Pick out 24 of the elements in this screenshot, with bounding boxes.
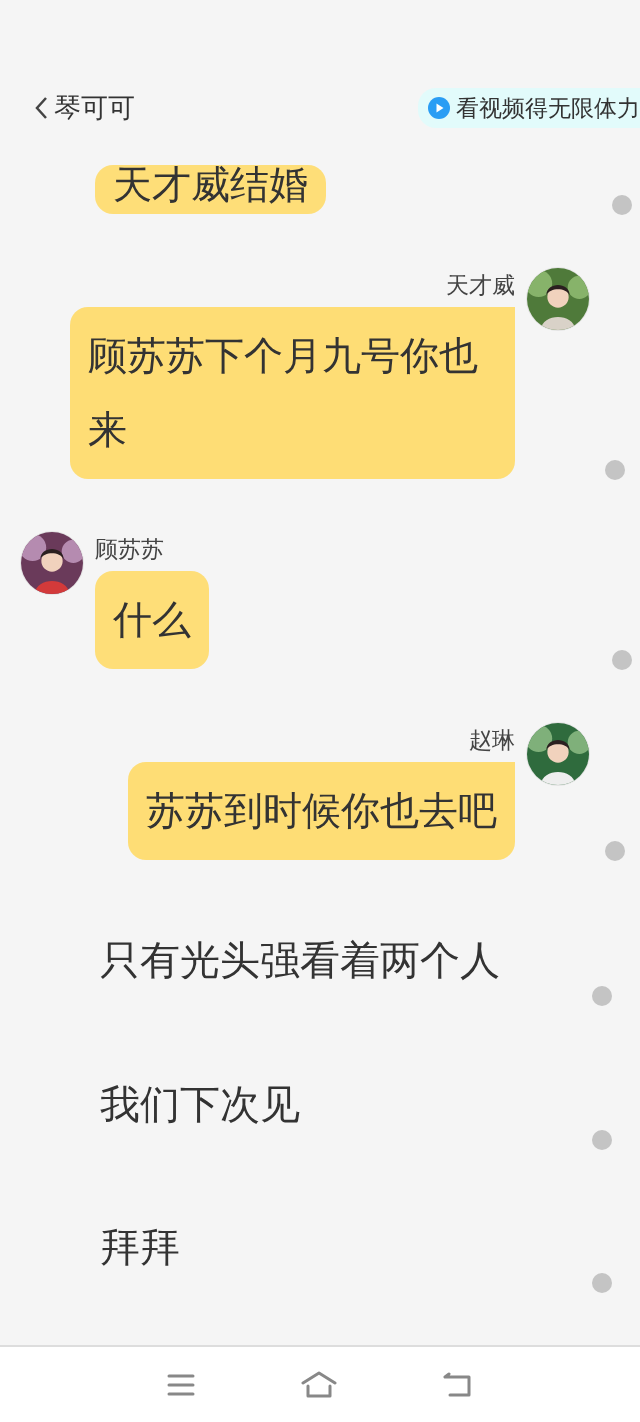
message-bubble: 什么: [95, 571, 209, 669]
narration-text: 我们下次见: [99, 1084, 300, 1129]
home-icon[interactable]: [301, 1370, 337, 1399]
sender-name: 天才威: [446, 271, 515, 300]
status-dot: [592, 1273, 612, 1293]
status-dot: [592, 1130, 612, 1150]
status-dot: [612, 195, 632, 215]
status-dot: [592, 986, 612, 1006]
back-icon[interactable]: [443, 1371, 473, 1398]
message-bubble: 顾苏苏下个月九号你也来: [70, 307, 515, 479]
back-icon: [34, 96, 48, 120]
status-dot: [605, 841, 625, 861]
status-dot: [605, 460, 625, 480]
play-icon: [428, 97, 450, 119]
back-button[interactable]: 琴可可: [34, 88, 135, 128]
message-bubble: 苏苏到时候你也去吧: [128, 762, 515, 860]
narration-text: 只有光头强看着两个人: [99, 940, 500, 985]
sender-name: 顾苏苏: [95, 535, 165, 564]
sender-name: 赵琳: [469, 726, 515, 755]
status-dot: [612, 650, 632, 670]
message-bubble: 天才威结婚: [95, 165, 326, 214]
narration-text: 拜拜: [99, 1227, 180, 1272]
menu-icon[interactable]: [167, 1372, 195, 1397]
video-reward-button[interactable]: 看视频得无限体力: [418, 88, 640, 128]
